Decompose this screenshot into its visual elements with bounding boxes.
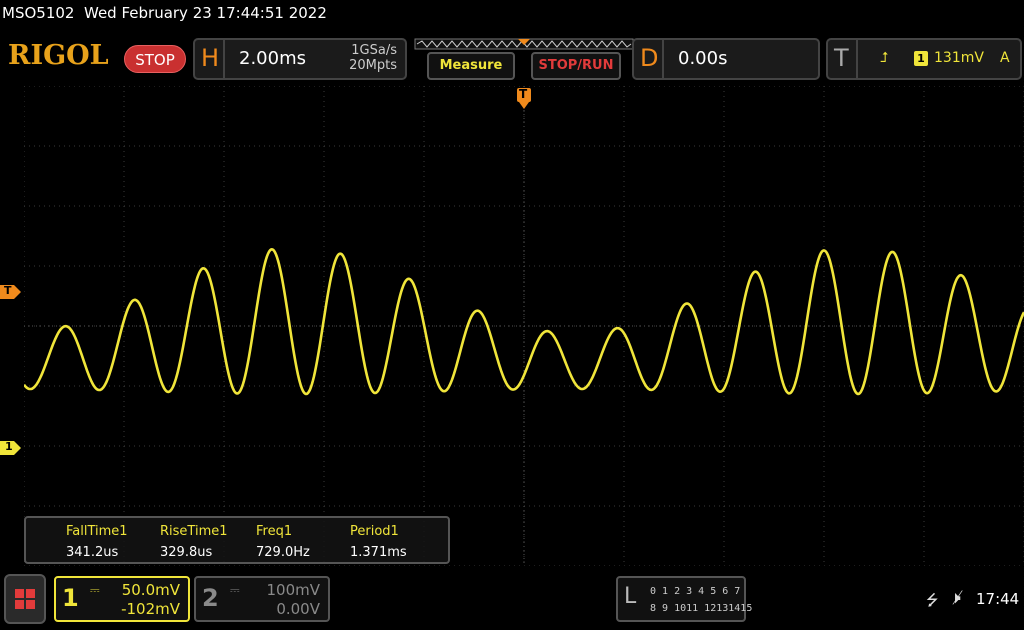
box-divider: [856, 40, 858, 78]
trigger-position-marker[interactable]: T: [516, 87, 532, 110]
measurement-panel[interactable]: FallTime1 341.2us RiseTime1 329.8us Freq…: [24, 516, 450, 564]
timebase-value: 2.00ms: [239, 48, 306, 69]
logic-channels-row-1: 0 1 2 3 4 5 6 7: [650, 586, 741, 597]
main-menu-button[interactable]: [4, 574, 46, 624]
measurement-name: Freq1: [256, 524, 293, 539]
trigger-mode: A: [1000, 50, 1010, 66]
sample-rate: 1GSa/s: [351, 43, 397, 58]
horizontal-letter: H: [201, 44, 220, 72]
ch1-ground-label: 1: [5, 440, 13, 453]
box-divider: [662, 40, 664, 78]
channel-number: 1: [62, 584, 79, 612]
waveform-display[interactable]: [24, 86, 1024, 566]
trigger-box[interactable]: T ⮥ 1 131mV A: [826, 38, 1022, 80]
speaker-muted-icon[interactable]: 🕨̸: [950, 588, 961, 608]
acquisition-info: 1GSa/s 20Mpts: [349, 43, 397, 73]
logic-channels-row-2: 8 9 1011 12131415: [650, 603, 753, 614]
channel-offset: -102mV: [121, 600, 180, 618]
logic-letter: L: [624, 584, 637, 609]
run-state-badge[interactable]: STOP: [124, 45, 186, 73]
rising-edge-icon: ⮥: [880, 50, 889, 66]
datetime: Wed February 23 17:44:51 2022: [84, 4, 327, 22]
trigger-letter: T: [834, 44, 849, 72]
trigger-level-value: 131mV: [934, 50, 984, 66]
trigger-level-label: T: [4, 284, 12, 297]
trigger-level-marker[interactable]: T: [0, 284, 22, 300]
memory-depth: 20Mpts: [349, 58, 397, 73]
measurement-value: 341.2us: [66, 545, 119, 560]
status-line: MSO5102 Wed February 23 17:44:51 2022: [2, 4, 327, 22]
channel-scale: 100mV: [266, 581, 320, 599]
channel-2-box[interactable]: 2 ⎓ 100mV 0.00V: [194, 576, 330, 622]
measurement-name: FallTime1: [66, 524, 128, 539]
trigger-position-label: T: [519, 87, 528, 101]
horizontal-timebase-box[interactable]: H 2.00ms 1GSa/s 20Mpts: [193, 38, 407, 80]
measurement-item: Freq1 729.0Hz: [256, 524, 310, 560]
channel-scale: 50.0mV: [121, 581, 180, 599]
memory-position-indicator[interactable]: [414, 38, 634, 50]
logic-analyzer-box[interactable]: L 0 1 2 3 4 5 6 7 8 9 1011 12131415: [616, 576, 752, 622]
measurement-item: RiseTime1 329.8us: [160, 524, 228, 560]
stop-run-button[interactable]: STOP/RUN: [531, 52, 621, 80]
measurement-name: Period1: [350, 524, 399, 539]
dc-coupling-icon: ⎓: [90, 583, 100, 597]
measurement-value: 329.8us: [160, 545, 213, 560]
measurement-item: Period1 1.371ms: [350, 524, 407, 560]
box-divider: [223, 40, 225, 78]
grid-menu-icon: [15, 589, 35, 609]
model-name: MSO5102: [2, 4, 75, 22]
system-clock: 17:44: [976, 590, 1020, 608]
delay-value: 0.00s: [678, 48, 728, 69]
measure-button[interactable]: Measure: [427, 52, 515, 80]
trigger-source-badge: 1: [914, 51, 928, 66]
delay-box[interactable]: D 0.00s: [632, 38, 820, 80]
delay-letter: D: [640, 44, 659, 72]
dc-coupling-icon: ⎓: [230, 583, 240, 597]
measurement-name: RiseTime1: [160, 524, 228, 539]
channel-offset: 0.00V: [276, 600, 320, 618]
channel-number: 2: [202, 584, 219, 612]
measurement-value: 1.371ms: [350, 545, 407, 560]
ch1-ground-marker[interactable]: 1: [0, 440, 22, 456]
measurement-item: FallTime1 341.2us: [66, 524, 128, 560]
channel-1-box[interactable]: 1 ⎓ 50.0mV -102mV: [54, 576, 190, 622]
rigol-logo: RIGOL: [8, 40, 109, 71]
usb-icon: ⭍: [926, 591, 939, 609]
measurement-value: 729.0Hz: [256, 545, 310, 560]
